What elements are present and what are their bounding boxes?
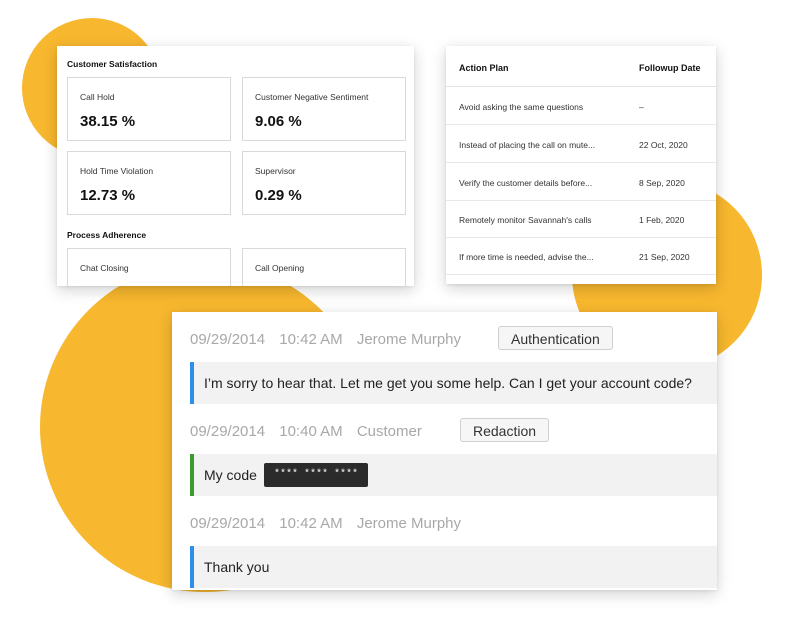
section-title-process-adherence: Process Adherence — [67, 230, 147, 240]
metric-tile-hold-time-violation[interactable]: Hold Time Violation 12.73 % — [67, 151, 231, 215]
message-text: Thank you — [204, 559, 270, 575]
metrics-panel: Customer Satisfaction Call Hold 38.15 % … — [57, 46, 414, 286]
table-header: Action Plan Followup Date — [446, 46, 716, 87]
message-date: 09/29/2014 — [190, 423, 266, 440]
agent-indicator-bar — [190, 546, 194, 588]
table-row[interactable]: Remotely monitor Savannah's calls 1 Feb,… — [446, 200, 716, 238]
date-cell: – — [639, 102, 644, 112]
metric-value: 0.29 % — [255, 187, 302, 204]
column-header-action-plan: Action Plan — [459, 63, 509, 73]
message-text: My code — [204, 467, 257, 483]
metric-tile-call-opening[interactable]: Call Opening — [242, 248, 406, 286]
message-meta: 09/29/2014 10:42 AM Jerome Murphy — [190, 515, 471, 532]
action-cell: Remotely monitor Savannah's calls — [459, 215, 592, 225]
metric-label: Call Hold — [80, 92, 115, 102]
metric-value: 12.73 % — [80, 187, 136, 204]
action-cell: If more time is needed, advise the... — [459, 252, 594, 262]
table-row[interactable]: Avoid asking the same questions – — [446, 87, 716, 125]
message-bubble: Thank you — [190, 546, 717, 588]
table-row[interactable]: Verify the customer details before... 8 … — [446, 163, 716, 201]
message-time: 10:42 AM — [279, 515, 343, 532]
date-cell: 22 Oct, 2020 — [639, 140, 688, 150]
message-date: 09/29/2014 — [190, 515, 266, 532]
table-row[interactable]: If more time is needed, advise the... 21… — [446, 237, 716, 275]
agent-indicator-bar — [190, 362, 194, 404]
metric-tile-chat-closing[interactable]: Chat Closing — [67, 248, 231, 286]
redacted-code: **** **** **** — [264, 463, 369, 487]
section-title-customer-satisfaction: Customer Satisfaction — [67, 59, 158, 69]
metric-label: Customer Negative Sentiment — [255, 92, 369, 102]
action-cell: Avoid asking the same questions — [459, 102, 584, 112]
metric-tile-call-hold[interactable]: Call Hold 38.15 % — [67, 77, 231, 141]
message-bubble: My code **** **** **** — [190, 454, 717, 496]
message-text: I’m sorry to hear that. Let me get you s… — [204, 375, 692, 391]
message-date: 09/29/2014 — [190, 331, 266, 348]
metric-label: Call Opening — [255, 263, 305, 273]
message-speaker: Jerome Murphy — [356, 331, 462, 348]
transcript-panel: 09/29/2014 10:42 AM Jerome Murphy Authen… — [172, 312, 717, 590]
action-cell: Verify the customer details before... — [459, 178, 593, 188]
date-cell: 1 Feb, 2020 — [639, 215, 685, 225]
message-time: 10:40 AM — [279, 423, 343, 440]
message-meta: 09/29/2014 10:42 AM Jerome Murphy — [190, 331, 471, 348]
metric-label: Supervisor — [255, 166, 296, 176]
metric-label: Hold Time Violation — [80, 166, 154, 176]
date-cell: 21 Sep, 2020 — [639, 252, 690, 262]
metric-value: 9.06 % — [255, 113, 302, 130]
column-header-followup-date: Followup Date — [639, 63, 701, 73]
tag-authentication[interactable]: Authentication — [498, 326, 613, 350]
action-plan-table: Action Plan Followup Date Avoid asking t… — [446, 46, 716, 284]
tag-redaction[interactable]: Redaction — [460, 418, 550, 442]
message-speaker: Jerome Murphy — [356, 515, 462, 532]
message-time: 10:42 AM — [279, 331, 343, 348]
metric-label: Chat Closing — [80, 263, 129, 273]
customer-indicator-bar — [190, 454, 194, 496]
date-cell: 8 Sep, 2020 — [639, 178, 685, 188]
metric-tile-negative-sentiment[interactable]: Customer Negative Sentiment 9.06 % — [242, 77, 406, 141]
table-row[interactable]: Instead of placing the call on mute... 2… — [446, 125, 716, 163]
metric-value: 38.15 % — [80, 113, 136, 130]
action-cell: Instead of placing the call on mute... — [459, 140, 596, 150]
message-bubble: I’m sorry to hear that. Let me get you s… — [190, 362, 717, 404]
message-meta: 09/29/2014 10:40 AM Customer — [190, 423, 432, 440]
message-speaker: Customer — [356, 423, 422, 440]
metric-tile-supervisor[interactable]: Supervisor 0.29 % — [242, 151, 406, 215]
